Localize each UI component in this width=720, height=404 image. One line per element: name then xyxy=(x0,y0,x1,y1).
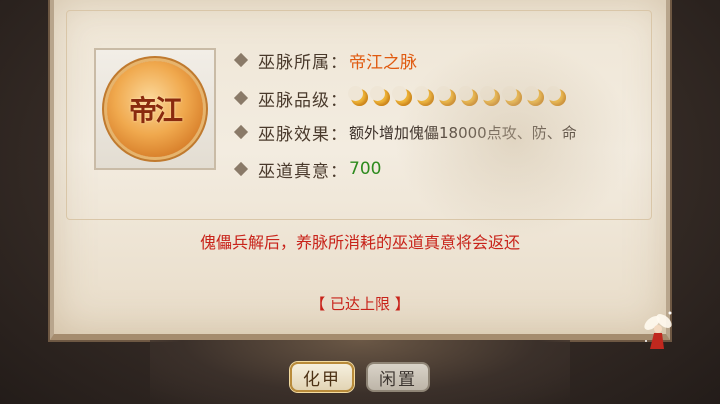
effect-value: 额外增加傀儡18000点攻、防、命 xyxy=(349,123,577,142)
limit-status: 【 已达上限 】 xyxy=(310,295,410,313)
crescent-moon-icon xyxy=(480,86,501,108)
info-row-effect: 巫脉效果 ： 额外增加傀儡18000点攻、防、命 xyxy=(233,118,577,146)
meridian-info-panel: 帝江 巫脉所属 ： 帝江之脉 巫脉品级 ： 巫脉效果 ： 额外增加傀儡18000… xyxy=(50,0,670,340)
essence-label: 巫道真意 xyxy=(258,161,330,182)
diamond-bullet-icon xyxy=(233,90,249,106)
crescent-moon-icon xyxy=(414,86,435,108)
crescent-moon-icon xyxy=(502,86,523,108)
crescent-moon-icon xyxy=(458,86,479,108)
grade-moons xyxy=(348,86,567,108)
meridian-seal-icon: 帝江 xyxy=(107,61,203,157)
grade-label: 巫脉品级 xyxy=(258,90,330,111)
effect-label: 巫脉效果 xyxy=(258,124,330,145)
fairy-sprite-icon[interactable] xyxy=(640,305,676,355)
belong-value: 帝江之脉 xyxy=(349,52,417,73)
tab-xianzhi[interactable]: 闲置 xyxy=(366,362,430,392)
crescent-moon-icon xyxy=(348,86,369,108)
tab-huajia[interactable]: 化甲 xyxy=(290,362,354,392)
crescent-moon-icon xyxy=(524,86,545,108)
info-row-essence: 巫道真意 ： 700 xyxy=(233,155,382,183)
crescent-moon-icon xyxy=(436,86,457,108)
meridian-emblem-box: 帝江 xyxy=(94,48,216,170)
info-row-belong: 巫脉所属 ： 帝江之脉 xyxy=(233,46,417,74)
crescent-moon-icon xyxy=(546,86,567,108)
seal-text: 帝江 xyxy=(128,94,183,127)
info-row-grade: 巫脉品级 ： xyxy=(233,84,567,112)
belong-label: 巫脉所属 xyxy=(258,52,330,73)
bottom-tab-bar xyxy=(150,340,570,404)
essence-value: 700 xyxy=(349,159,382,179)
diamond-bullet-icon xyxy=(233,161,249,177)
diamond-bullet-icon xyxy=(233,124,249,140)
return-notice: 傀儡兵解后，养脉所消耗的巫道真意将会返还 xyxy=(199,233,520,252)
diamond-bullet-icon xyxy=(233,52,249,68)
crescent-moon-icon xyxy=(392,86,413,108)
crescent-moon-icon xyxy=(370,86,391,108)
